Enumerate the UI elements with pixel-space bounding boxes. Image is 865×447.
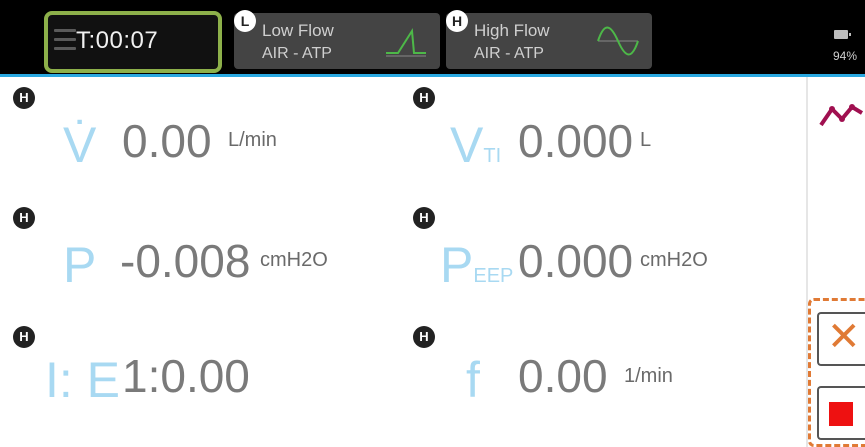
pressure-symbol: P bbox=[63, 237, 97, 293]
peep-symbol: PEEP bbox=[440, 240, 513, 290]
ie-ratio-symbol: I: E bbox=[45, 352, 121, 408]
low-flow-mode-button[interactable]: L Low Flow AIR - ATP bbox=[234, 10, 440, 69]
frequency-symbol: f bbox=[466, 352, 480, 408]
hold-badge: H bbox=[13, 326, 35, 348]
timer-value: T:00:07 bbox=[76, 27, 159, 54]
mode-gas: AIR - ATP bbox=[474, 45, 544, 62]
mode-gas: AIR - ATP bbox=[262, 45, 332, 62]
frequency-value: 0.00 bbox=[518, 350, 608, 402]
battery-icon bbox=[834, 30, 851, 39]
flow-value: 0.00 bbox=[122, 115, 212, 167]
timer-button[interactable]: T:00:07 bbox=[44, 11, 222, 73]
menu-icon bbox=[54, 29, 76, 55]
top-bar: T:00:07 L Low Flow AIR - ATP H High Flow… bbox=[0, 0, 865, 74]
hold-badge: H bbox=[413, 207, 435, 229]
mode-name: Low Flow bbox=[262, 21, 334, 40]
close-icon: ✕ bbox=[827, 315, 861, 359]
top-bar-divider bbox=[0, 74, 865, 77]
high-badge: H bbox=[446, 10, 468, 32]
volume-symbol-sub: TI bbox=[483, 145, 502, 167]
hold-badge: H bbox=[13, 207, 35, 229]
peep-unit: cmH2O bbox=[640, 249, 708, 271]
pressure-value: -0.008 bbox=[120, 235, 251, 287]
flow-symbol: V̇ bbox=[63, 117, 97, 173]
stop-icon bbox=[829, 402, 853, 426]
hold-badge: H bbox=[13, 87, 35, 109]
battery-percent: 94% bbox=[833, 49, 858, 63]
volume-unit: L bbox=[640, 129, 652, 151]
high-flow-mode-button[interactable]: H High Flow AIR - ATP bbox=[446, 10, 652, 69]
low-badge: L bbox=[234, 10, 256, 32]
cancel-button[interactable]: ✕ bbox=[817, 312, 865, 366]
peep-symbol-sub: EEP bbox=[473, 265, 514, 287]
peep-value: 0.000 bbox=[518, 235, 634, 287]
hold-badge: H bbox=[413, 87, 435, 109]
pressure-unit: cmH2O bbox=[260, 249, 328, 271]
frequency-unit: 1/min bbox=[624, 365, 673, 387]
ramp-wave-icon bbox=[386, 27, 426, 57]
volume-symbol-main: V bbox=[450, 117, 484, 173]
stop-button[interactable] bbox=[817, 386, 865, 440]
sine-wave-icon bbox=[597, 26, 639, 56]
peep-symbol-main: P bbox=[440, 237, 474, 293]
mode-name: High Flow bbox=[474, 21, 550, 40]
volume-symbol: VTI bbox=[450, 120, 501, 170]
ie-ratio-value: 1:0.00 bbox=[122, 350, 250, 402]
volume-value: 0.000 bbox=[518, 115, 634, 167]
trend-chart-icon[interactable] bbox=[818, 97, 865, 131]
flow-unit: L/min bbox=[228, 129, 277, 151]
hold-badge: H bbox=[413, 326, 435, 348]
